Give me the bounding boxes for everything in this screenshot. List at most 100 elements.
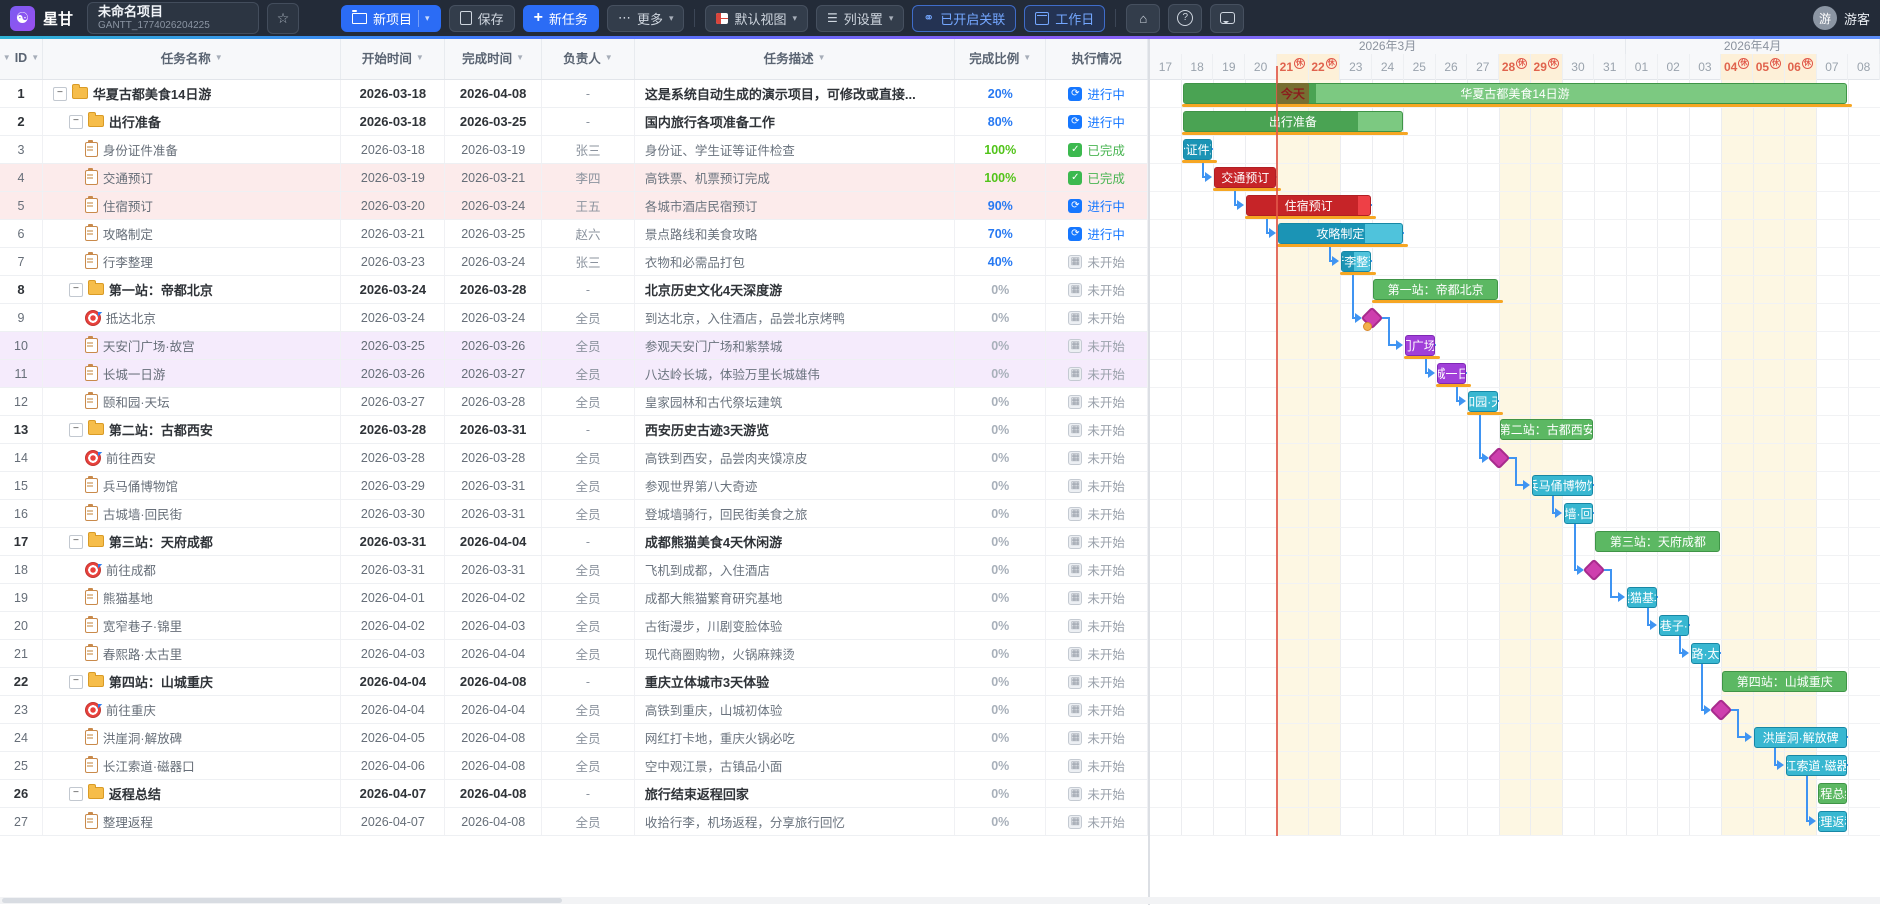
cell-task-name[interactable]: 长城一日游 <box>43 360 342 387</box>
gantt-bar[interactable]: 整理返程 <box>1818 811 1848 832</box>
cell-task-name[interactable]: 整理返程 <box>43 808 342 835</box>
horizontal-scrollbar[interactable] <box>0 897 1880 904</box>
table-row[interactable]: 23前往重庆2026-04-042026-04-04全员高铁到重庆，山城初体验0… <box>0 696 1148 724</box>
cell-task-name[interactable]: 行李整理 <box>43 248 342 275</box>
table-row[interactable]: 26−返程总结2026-04-072026-04-08-旅行结束返程回家0%▦未… <box>0 780 1148 808</box>
table-row[interactable]: 19熊猫基地2026-04-012026-04-02全员成都大熊猫繁育研究基地0… <box>0 584 1148 612</box>
avatar[interactable]: 游 <box>1813 6 1837 30</box>
cell-task-name[interactable]: 抵达北京 <box>43 304 342 331</box>
table-row[interactable]: 25长江索道·磁器口2026-04-062026-04-08全员空中观江景，古镇… <box>0 752 1148 780</box>
table-row[interactable]: 8−第一站：帝都北京2026-03-242026-03-28-北京历史文化4天深… <box>0 276 1148 304</box>
gantt-bar[interactable]: 兵马俑博物馆 <box>1532 475 1593 496</box>
column-header-执行情况[interactable]: 执行情况 <box>1046 36 1148 79</box>
gantt-bar[interactable]: 宽窄巷子·锦里 <box>1659 615 1689 636</box>
table-row[interactable]: 12颐和园·天坛2026-03-272026-03-28全员皇家园林和古代祭坛建… <box>0 388 1148 416</box>
gantt-bar[interactable]: 身份证件准备 <box>1183 139 1213 160</box>
column-settings-button[interactable]: ☰ 列设置 ▾ <box>816 5 904 32</box>
gantt-bar[interactable]: 返程总结 <box>1818 783 1848 804</box>
help-button[interactable]: ? <box>1168 4 1202 33</box>
cell-task-name[interactable]: 前往西安 <box>43 444 342 471</box>
column-header-开始时间[interactable]: 开始时间▼ <box>341 36 445 79</box>
table-row[interactable]: 10天安门广场·故宫2026-03-252026-03-26全员参观天安门广场和… <box>0 332 1148 360</box>
column-header-任务名称[interactable]: 任务名称▼ <box>43 36 341 79</box>
sort-triangle-icon[interactable]: ▼ <box>3 53 11 62</box>
gantt-bar[interactable]: 颐和园·天坛 <box>1468 391 1498 412</box>
filter-funnel-icon[interactable]: ▼ <box>215 53 223 62</box>
table-row[interactable]: 22−第四站：山城重庆2026-04-042026-04-08-重庆立体城市3天… <box>0 668 1148 696</box>
gantt-bar[interactable]: 攻略制定 <box>1278 223 1403 244</box>
gantt-bar[interactable]: 洪崖洞·解放碑 <box>1754 727 1847 748</box>
table-row[interactable]: 16古城墙·回民街2026-03-302026-03-31全员登城墙骑行，回民街… <box>0 500 1148 528</box>
gantt-bar[interactable]: 长江索道·磁器口 <box>1786 755 1847 776</box>
cell-task-name[interactable]: 交通预订 <box>43 164 342 191</box>
gantt-bar[interactable]: 春熙路·太古里 <box>1691 643 1721 664</box>
collapse-toggle[interactable]: − <box>53 87 67 101</box>
gantt-bar[interactable]: 第二站：古都西安 <box>1500 419 1593 440</box>
collapse-toggle[interactable]: − <box>69 283 83 297</box>
new-task-button[interactable]: + 新任务 <box>523 5 599 32</box>
gantt-bar[interactable]: 交通预订 <box>1214 167 1275 188</box>
cell-task-name[interactable]: 洪崖洞·解放碑 <box>43 724 342 751</box>
table-row[interactable]: 7行李整理2026-03-232026-03-24张三衣物和必需品打包40%▦未… <box>0 248 1148 276</box>
gantt-bar[interactable]: 第三站：天府成都 <box>1595 531 1720 552</box>
cell-task-name[interactable]: −第一站：帝都北京 <box>43 276 342 303</box>
cell-task-name[interactable]: −第四站：山城重庆 <box>43 668 342 695</box>
cell-task-name[interactable]: 宽窄巷子·锦里 <box>43 612 342 639</box>
collapse-toggle[interactable]: − <box>69 115 83 129</box>
filter-funnel-icon[interactable]: ▼ <box>416 53 424 62</box>
table-row[interactable]: 21春熙路·太古里2026-04-032026-04-04全员现代商圈购物，火锅… <box>0 640 1148 668</box>
table-row[interactable]: 6攻略制定2026-03-212026-03-25赵六景点路线和美食攻略70%⟳… <box>0 220 1148 248</box>
column-header-负责人[interactable]: 负责人▼ <box>542 36 635 79</box>
collapse-toggle[interactable]: − <box>69 787 83 801</box>
favorite-button[interactable]: ☆ <box>267 3 299 34</box>
table-row[interactable]: 11长城一日游2026-03-262026-03-27全员八达岭长城，体验万里长… <box>0 360 1148 388</box>
filter-funnel-icon[interactable]: ▼ <box>31 53 39 62</box>
home-button[interactable]: ⌂ <box>1126 4 1160 33</box>
default-view-button[interactable]: 默认视图 ▾ <box>705 5 808 32</box>
cell-task-name[interactable]: 天安门广场·故宫 <box>43 332 342 359</box>
cell-task-name[interactable]: 身份证件准备 <box>43 136 342 163</box>
table-row[interactable]: 14前往西安2026-03-282026-03-28全员高铁到西安，品尝肉夹馍凉… <box>0 444 1148 472</box>
feedback-button[interactable] <box>1210 4 1244 33</box>
table-row[interactable]: 20宽窄巷子·锦里2026-04-022026-04-03全员古街漫步，川剧变脸… <box>0 612 1148 640</box>
cell-task-name[interactable]: 兵马俑博物馆 <box>43 472 342 499</box>
cell-task-name[interactable]: 颐和园·天坛 <box>43 388 342 415</box>
column-header-完成时间[interactable]: 完成时间▼ <box>445 36 542 79</box>
cell-task-name[interactable]: −华夏古都美食14日游 <box>43 80 341 107</box>
cell-task-name[interactable]: −返程总结 <box>43 780 342 807</box>
cell-task-name[interactable]: 熊猫基地 <box>43 584 342 611</box>
gantt-bar[interactable]: 长城一日游 <box>1437 363 1467 384</box>
project-info[interactable]: 未命名项目 GANTT_1774026204225 <box>87 2 259 34</box>
collapse-toggle[interactable]: − <box>69 535 83 549</box>
table-row[interactable]: 2−出行准备2026-03-182026-03-25-国内旅行各项准备工作80%… <box>0 108 1148 136</box>
more-button[interactable]: ⋯ 更多 ▾ <box>607 5 685 32</box>
cell-task-name[interactable]: 前往成都 <box>43 556 342 583</box>
cell-task-name[interactable]: −第三站：天府成都 <box>43 528 342 555</box>
table-row[interactable]: 5住宿预订2026-03-202026-03-24王五各城市酒店民宿预订90%⟳… <box>0 192 1148 220</box>
cell-task-name[interactable]: −第二站：古都西安 <box>43 416 342 443</box>
gantt-bar[interactable]: 熊猫基地 <box>1627 587 1657 608</box>
filter-funnel-icon[interactable]: ▼ <box>1023 53 1031 62</box>
table-row[interactable]: 27整理返程2026-04-072026-04-08全员收拾行李，机场返程，分享… <box>0 808 1148 836</box>
gantt-bar[interactable]: 古城墙·回民街 <box>1564 503 1594 524</box>
cell-task-name[interactable]: 攻略制定 <box>43 220 342 247</box>
filter-funnel-icon[interactable]: ▼ <box>516 53 524 62</box>
filter-funnel-icon[interactable]: ▼ <box>605 53 613 62</box>
cell-task-name[interactable]: 前往重庆 <box>43 696 342 723</box>
cell-task-name[interactable]: 住宿预订 <box>43 192 342 219</box>
table-row[interactable]: 3身份证件准备2026-03-182026-03-19张三身份证、学生证等证件检… <box>0 136 1148 164</box>
cell-task-name[interactable]: 春熙路·太古里 <box>43 640 342 667</box>
filter-funnel-icon[interactable]: ▼ <box>818 53 826 62</box>
gantt-bar[interactable]: 行李整理 <box>1341 251 1371 272</box>
table-row[interactable]: 24洪崖洞·解放碑2026-04-052026-04-08全员网红打卡地，重庆火… <box>0 724 1148 752</box>
link-toggle-button[interactable]: ⚭ 已开启关联 <box>912 5 1016 32</box>
column-header-完成比例[interactable]: 完成比例▼ <box>955 36 1046 79</box>
gantt-bar[interactable]: 第一站：帝都北京 <box>1373 279 1498 300</box>
workday-button[interactable]: 工作日 <box>1024 5 1105 32</box>
table-row[interactable]: 1−华夏古都美食14日游2026-03-182026-04-08-这是系统自动生… <box>0 80 1148 108</box>
collapse-toggle[interactable]: − <box>69 675 83 689</box>
table-row[interactable]: 15兵马俑博物馆2026-03-292026-03-31全员参观世界第八大奇迹0… <box>0 472 1148 500</box>
column-header-任务描述[interactable]: 任务描述▼ <box>635 36 955 79</box>
gantt-bar[interactable]: 住宿预订 <box>1246 195 1371 216</box>
table-row[interactable]: 4交通预订2026-03-192026-03-21李四高铁票、机票预订完成100… <box>0 164 1148 192</box>
